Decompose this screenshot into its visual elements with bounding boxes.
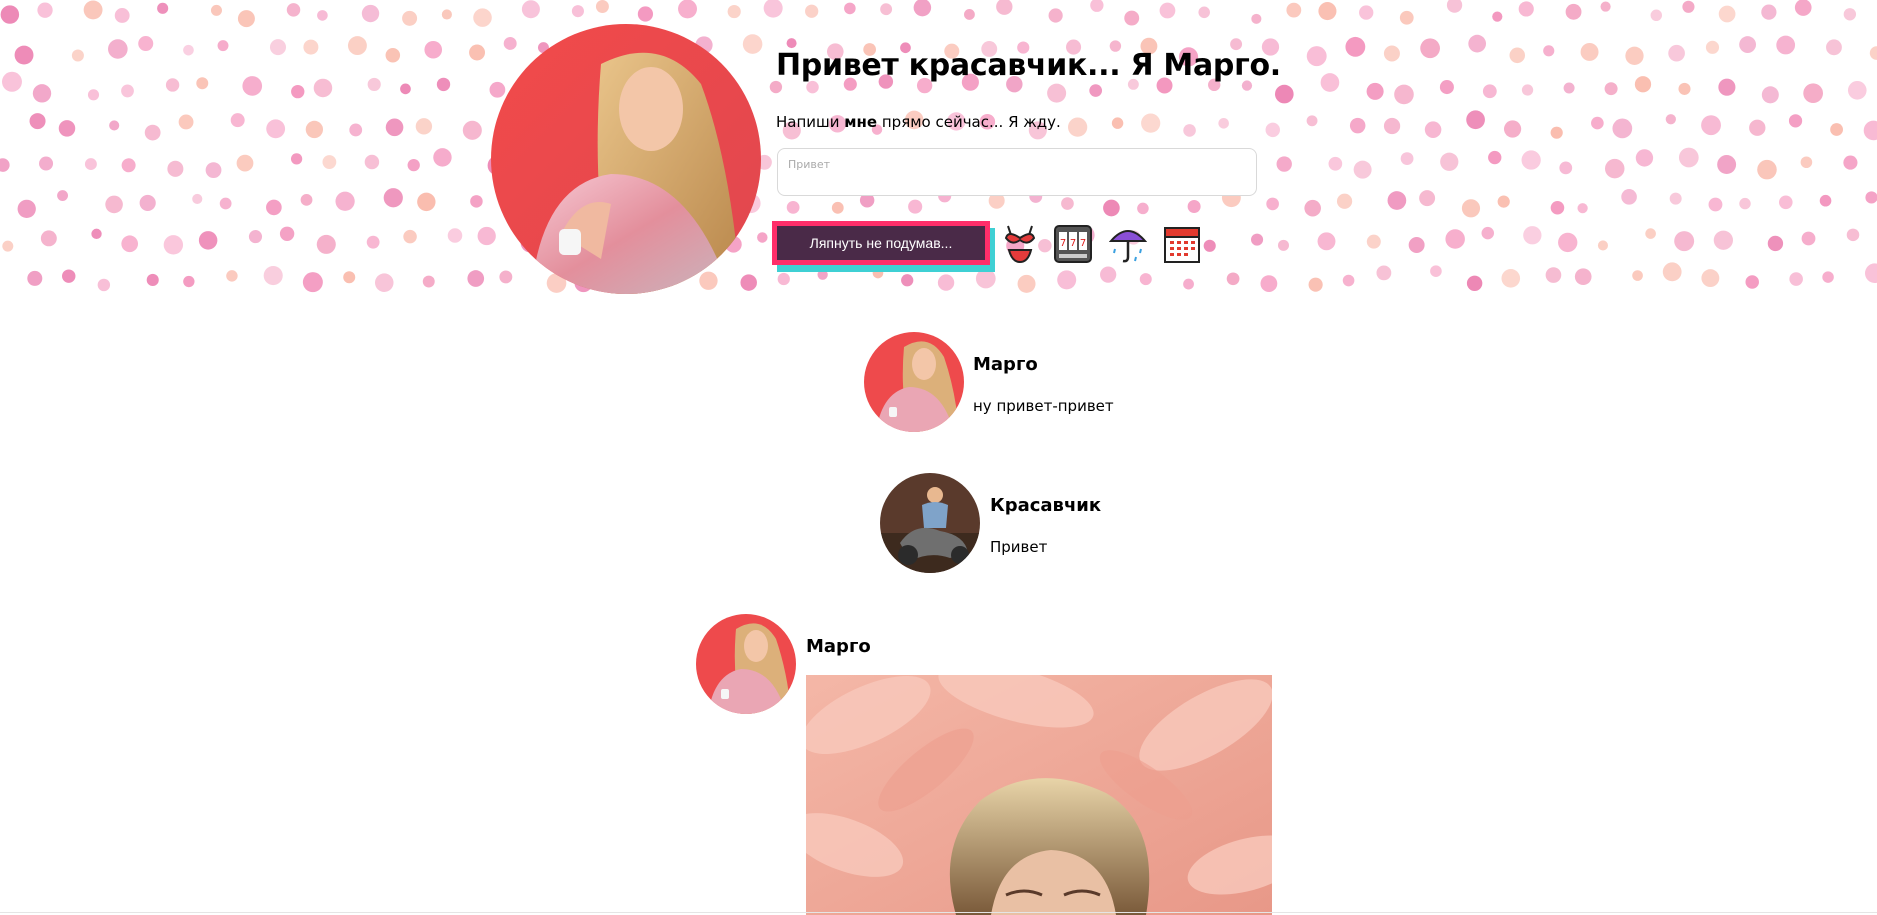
post-text: Привет	[990, 538, 1048, 556]
bikini-icon[interactable]	[1000, 222, 1040, 266]
calendar-icon[interactable]	[1162, 222, 1202, 266]
slot-machine-icon[interactable]: 7 7 7	[1052, 222, 1094, 266]
krasavchik-avatar	[880, 473, 980, 573]
subtitle-prefix: Напиши	[776, 113, 845, 131]
post-photo	[806, 675, 1272, 915]
post-author: Марго	[973, 354, 1038, 375]
page-subtitle: Напиши мне прямо сейчас... Я жду.	[776, 113, 1061, 131]
chat-feed: Марго ну привет-привет Красавчик Привет …	[0, 302, 1877, 915]
subtitle-emphasis: мне	[844, 113, 878, 131]
subtitle-suffix: прямо сейчас... Я жду.	[877, 113, 1061, 131]
svg-text:7: 7	[1070, 238, 1076, 249]
margo-hero-avatar	[491, 24, 761, 294]
send-message-button[interactable]: Ляпнуть не подумав...	[772, 221, 990, 265]
margo-avatar	[864, 332, 964, 432]
margo-avatar	[696, 614, 796, 714]
page-title: Привет красавчик... Я Марго.	[776, 48, 1281, 83]
message-input[interactable]	[777, 148, 1257, 196]
post-author: Марго	[806, 636, 871, 657]
umbrella-rain-icon[interactable]	[1108, 222, 1148, 266]
page-divider	[0, 912, 1877, 913]
svg-text:7: 7	[1080, 238, 1086, 249]
post-author: Красавчик	[990, 495, 1102, 516]
svg-text:7: 7	[1060, 238, 1066, 249]
header-banner: Привет красавчик... Я Марго. Напиши мне …	[0, 0, 1877, 302]
post-text: ну привет-привет	[973, 397, 1114, 415]
